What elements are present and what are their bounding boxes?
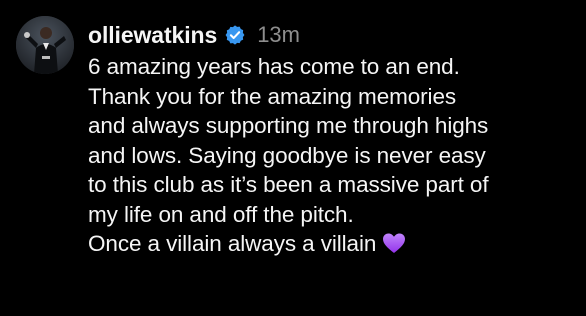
- text-line-last: Once a villain always a villain: [88, 229, 578, 259]
- text-line: my life on and off the pitch.: [88, 201, 354, 227]
- text-line: Thank you for the amazing memories: [88, 83, 457, 109]
- text-line: Once a villain always a villain: [88, 231, 377, 256]
- timestamp: 13m: [257, 22, 300, 47]
- avatar-photo: [16, 16, 74, 74]
- comment-content: olliewatkins 13m 6 amazing years has com…: [88, 16, 578, 259]
- comment-post: olliewatkins 13m 6 amazing years has com…: [16, 16, 578, 259]
- text-line: and always supporting me through highs: [88, 113, 489, 138]
- purple-heart-icon: [382, 232, 406, 254]
- username[interactable]: olliewatkins: [88, 22, 217, 49]
- text-line: 6 amazing years has come to an end.: [88, 54, 460, 79]
- text-line: and lows. Saying goodbye is never easy: [88, 142, 486, 168]
- comment-text: 6 amazing years has come to an end. Than…: [88, 52, 578, 259]
- avatar[interactable]: [16, 16, 74, 74]
- comment-header: olliewatkins 13m: [88, 18, 578, 52]
- verified-badge-icon: [224, 24, 246, 46]
- text-line: to this club as it’s been a massive part…: [88, 172, 489, 197]
